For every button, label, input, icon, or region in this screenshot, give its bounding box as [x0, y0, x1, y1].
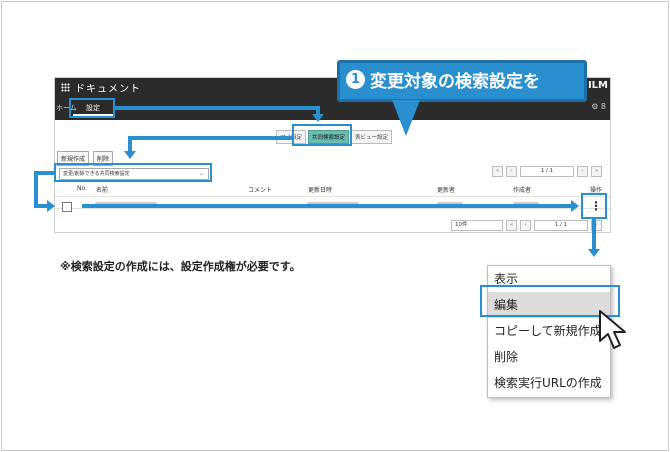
header-user-icons[interactable]: ⚙ 8: [591, 102, 606, 111]
menu-item-search-url[interactable]: 検索実行URLの作成: [488, 370, 610, 396]
mouse-cursor-icon: [599, 310, 626, 349]
menu-item-copy-new[interactable]: コピーして新規作成: [488, 318, 610, 344]
callout-tail: [392, 100, 420, 136]
prev-page-icon[interactable]: ‹: [506, 166, 517, 177]
arrow-head-icon: [124, 151, 136, 159]
highlight-settings-tab: [69, 98, 115, 118]
col-no: No.: [77, 185, 87, 192]
menu-item-delete[interactable]: 削除: [488, 344, 610, 370]
arrow-line: [34, 204, 48, 208]
page-select[interactable]: 1 / 1: [520, 166, 574, 177]
permission-note: ※検索設定の作成には、設定作成権が必要です。: [60, 260, 301, 273]
last-page-icon[interactable]: »: [591, 166, 602, 177]
col-comment: コメント: [248, 187, 273, 194]
arrow-head-icon: [588, 249, 600, 257]
col-updated-by: 更新者: [437, 187, 456, 194]
first-page-icon[interactable]: «: [492, 166, 503, 177]
prev-page-icon[interactable]: ‹: [520, 220, 531, 231]
app-title: ドキュメント: [75, 84, 141, 95]
per-page-select[interactable]: 10件: [451, 220, 503, 231]
arrow-head-icon: [312, 114, 324, 122]
col-updated-at: 更新日時: [308, 187, 333, 194]
first-page-icon[interactable]: «: [506, 220, 517, 231]
callout-text: 変更対象の検索設定を: [370, 72, 540, 92]
app-grid-icon[interactable]: [61, 83, 70, 92]
arrow-line: [115, 106, 319, 110]
pager-top: « ‹ 1 / 1 › »: [492, 166, 602, 177]
col-created-by: 作成者: [513, 187, 532, 194]
next-page-icon[interactable]: ›: [577, 166, 588, 177]
arrow-line: [34, 171, 38, 208]
pager-bottom: 10件 « ‹ 1 / 1 ›: [451, 220, 602, 231]
row-checkbox[interactable]: [62, 202, 72, 212]
kebab-menu-icon[interactable]: ⋮: [590, 197, 602, 215]
col-name: 名前: [96, 187, 109, 194]
table-header: No. 名前 コメント 更新日時 更新者 作成者 操作: [55, 184, 610, 194]
arrow-line: [128, 136, 293, 140]
arrow-head-icon: [47, 200, 55, 212]
subtab-table-view[interactable]: 表ビュー設定: [351, 130, 393, 144]
arrow-head-icon: [571, 200, 579, 212]
page-select[interactable]: 1 / 1: [534, 220, 588, 231]
highlight-shared-search-tab: [292, 124, 352, 146]
arrow-line: [82, 204, 572, 208]
brand-logo: ILM: [587, 80, 608, 91]
arrow-line: [592, 219, 596, 249]
highlight-filter-select: [54, 163, 212, 182]
step-number: 1: [346, 70, 365, 89]
arrow-line: [128, 136, 132, 151]
